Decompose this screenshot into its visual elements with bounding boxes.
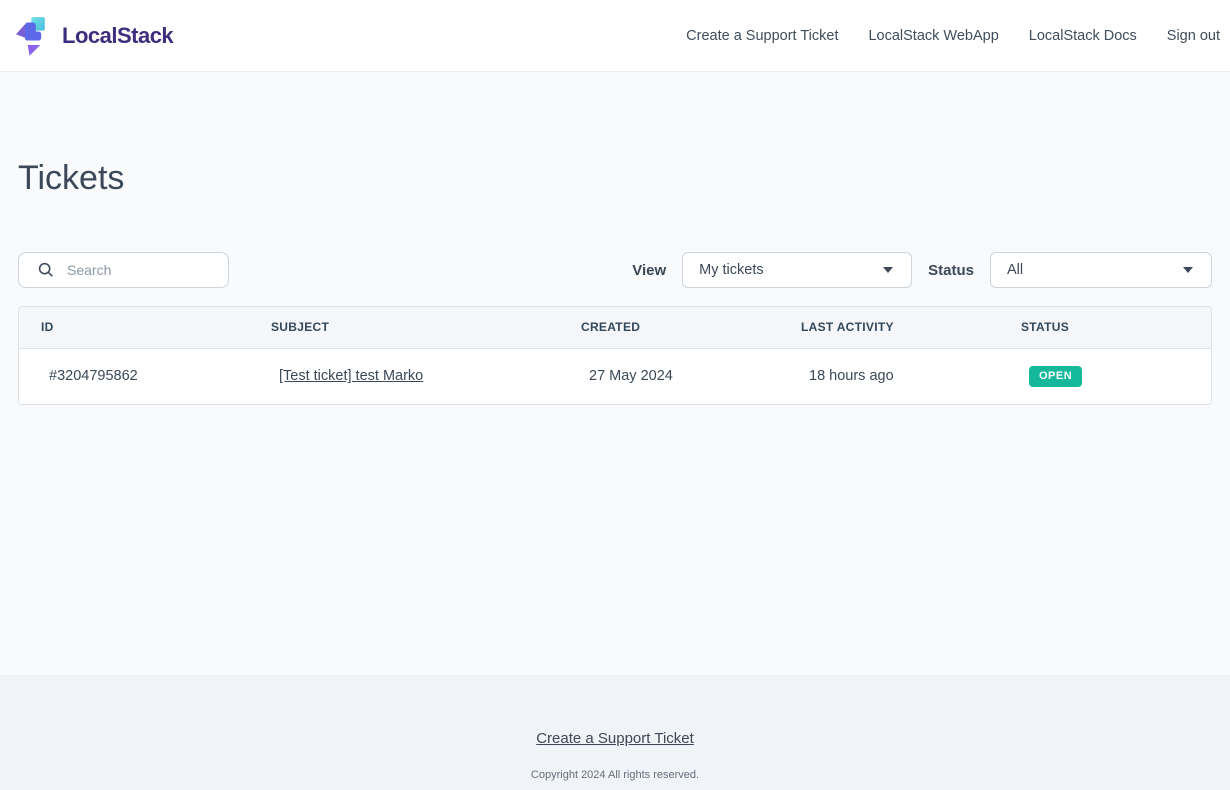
nav-localstack-webapp[interactable]: LocalStack WebApp [868,28,998,44]
filters: View My tickets Status All [632,252,1212,288]
table-header-row: ID SUBJECT CREATED LAST ACTIVITY STATUS [19,307,1211,348]
ticket-created-cell: 27 May 2024 [559,348,779,404]
ticket-subject-link[interactable]: [Test ticket] test Marko [279,368,423,384]
ticket-subject-cell: [Test ticket] test Marko [249,348,559,404]
page-title: Tickets [18,72,1212,198]
top-nav: Create a Support Ticket LocalStack WebAp… [686,28,1220,44]
column-header-status: STATUS [999,307,1211,348]
copyright-text: Copyright 2024 All rights reserved. [531,769,699,781]
view-select[interactable]: My tickets [682,252,912,288]
nav-sign-out[interactable]: Sign out [1167,28,1220,44]
column-header-last-activity: LAST ACTIVITY [779,307,999,348]
ticket-id-cell: #3204795862 [19,348,249,404]
main-content: Tickets View My tickets Status All [0,72,1230,675]
search-input[interactable] [67,262,216,278]
column-header-id: ID [19,307,249,348]
column-header-created: CREATED [559,307,779,348]
status-badge: OPEN [1029,366,1082,387]
column-header-subject: SUBJECT [249,307,559,348]
search-box[interactable] [18,252,229,288]
ticket-last-activity-cell: 18 hours ago [779,348,999,404]
status-filter-label: Status [928,262,974,279]
status-select[interactable]: All [990,252,1212,288]
nav-create-support-ticket[interactable]: Create a Support Ticket [686,28,838,44]
ticket-status-cell: OPEN [999,348,1211,404]
footer-create-support-ticket-link[interactable]: Create a Support Ticket [536,730,694,747]
controls-row: View My tickets Status All [18,252,1212,288]
search-icon [37,261,55,279]
caret-down-icon [883,267,893,273]
brand-name: LocalStack [62,23,173,49]
status-select-value: All [1007,262,1023,278]
tickets-table: ID SUBJECT CREATED LAST ACTIVITY STATUS … [18,306,1212,405]
nav-localstack-docs[interactable]: LocalStack Docs [1029,28,1137,44]
caret-down-icon [1183,267,1193,273]
view-filter-label: View [632,262,666,279]
table-row: #3204795862 [Test ticket] test Marko 27 … [19,348,1211,404]
app-footer: Create a Support Ticket Copyright 2024 A… [0,675,1230,790]
app-header: LocalStack Create a Support Ticket Local… [0,0,1230,72]
localstack-logo-icon [16,15,52,57]
brand-logo[interactable]: LocalStack [16,15,173,57]
view-select-value: My tickets [699,262,763,278]
